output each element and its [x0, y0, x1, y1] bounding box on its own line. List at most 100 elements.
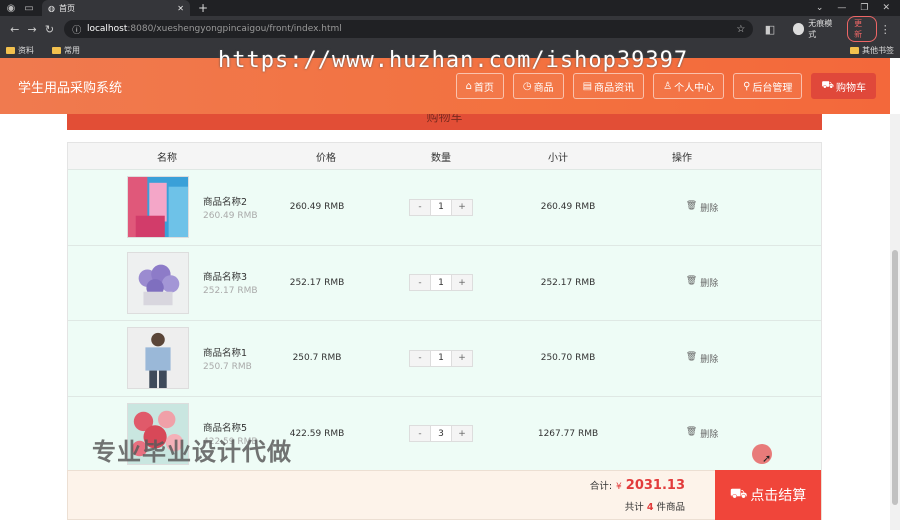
nav-profile-button[interactable]: ♙ 个人中心: [653, 73, 725, 99]
scrollbar-thumb[interactable]: [892, 250, 898, 505]
bookmark-label: 资料: [18, 45, 34, 55]
decrement-button[interactable]: -: [410, 350, 430, 366]
browser-menu-icon[interactable]: ◉: [4, 1, 18, 15]
header-qty: 数量: [431, 152, 451, 164]
quantity-input[interactable]: 1: [430, 275, 452, 291]
product-image[interactable]: [127, 327, 189, 390]
decrement-button[interactable]: -: [410, 199, 430, 215]
close-window-icon[interactable]: ✕: [882, 3, 890, 13]
new-tab-button[interactable]: +: [198, 1, 208, 15]
chevron-down-icon[interactable]: ⌄: [816, 3, 824, 13]
price-cell: 260.49 RMB: [289, 202, 345, 213]
quantity-stepper: - 3 +: [409, 425, 473, 443]
reload-icon[interactable]: ↻: [41, 23, 58, 36]
quantity-input[interactable]: 1: [430, 350, 452, 366]
site-title: 学生用品采购系统: [18, 80, 123, 96]
quantity-stepper: - 1 +: [409, 349, 473, 367]
qty-cell: - 3 +: [392, 425, 490, 443]
product-image[interactable]: [127, 251, 189, 314]
user-icon: ♙: [663, 80, 673, 92]
url-input[interactable]: ⓘ localhost :8080/xueshengyongpincaigou/…: [64, 20, 754, 38]
total-line: 合计: ¥ 2031.13: [590, 478, 685, 493]
price-cell: 252.17 RMB: [289, 277, 345, 288]
close-tab-icon[interactable]: ✕: [177, 4, 184, 13]
nav-label: 购物车: [836, 82, 866, 94]
total-amount: 2031.13: [625, 477, 685, 493]
nav-label: 商品: [533, 82, 554, 94]
bookmark-folder-other[interactable]: 其他书签: [850, 45, 894, 56]
mouse-cursor-icon: ➚: [762, 452, 772, 465]
delete-label: 删除: [700, 430, 719, 441]
browser-tab[interactable]: ◍ 首页 ✕: [42, 0, 190, 16]
bookmark-folder-changyong[interactable]: 常用: [52, 45, 80, 56]
subtotal-cell: 1267.77 RMB: [537, 428, 599, 439]
incognito-label: 无痕模式: [808, 19, 833, 39]
increment-button[interactable]: +: [452, 426, 472, 442]
count-suffix: 件商品: [656, 501, 685, 513]
update-button[interactable]: 更新: [847, 16, 877, 42]
product-cell: 商品名称2 260.49 RMB: [68, 176, 266, 239]
nav-home-button[interactable]: ⌂ 首页: [455, 73, 504, 99]
delete-button[interactable]: 🗑 删除: [646, 427, 758, 440]
item-count: 4: [646, 501, 654, 513]
quantity-input[interactable]: 3: [430, 426, 452, 442]
increment-button[interactable]: +: [452, 350, 472, 366]
main-nav: ⌂ 首页 ◷ 商品 ▤ 商品资讯 ♙ 个人中心 ⚲ 后台管理 ⛟ 购物车: [455, 73, 876, 99]
product-image[interactable]: [127, 176, 189, 239]
trash-icon: 🗑: [685, 276, 698, 287]
globe-icon: ◍: [48, 3, 55, 13]
restore-icon[interactable]: ❐: [860, 3, 868, 13]
decrement-button[interactable]: -: [410, 426, 430, 442]
nav-cart-button[interactable]: ⛟ 购物车: [811, 73, 876, 99]
forward-icon[interactable]: →: [23, 23, 40, 36]
decrement-button[interactable]: -: [410, 275, 430, 291]
delete-button[interactable]: 🗑 删除: [646, 276, 758, 289]
quantity-input[interactable]: 1: [430, 199, 452, 215]
bookmark-star-icon[interactable]: ☆: [736, 24, 745, 35]
header-name: 名称: [157, 152, 177, 164]
url-path: :8080/xueshengyongpincaigou/front/index.…: [127, 24, 342, 34]
product-cell: 商品名称3 252.17 RMB: [68, 251, 266, 314]
tab-overview-icon[interactable]: ▭: [22, 1, 36, 15]
header-subtotal: 小计: [548, 152, 568, 164]
delete-label: 删除: [700, 203, 719, 214]
cart-footer: 合计: ¥ 2031.13 共计 4 件商品 ⛟ 点击结算: [67, 470, 822, 520]
incognito-indicator[interactable]: 无痕模式: [792, 18, 839, 40]
link-icon: ⚲: [743, 80, 751, 92]
trash-icon: 🗑: [685, 427, 698, 438]
nav-admin-button[interactable]: ⚲ 后台管理: [733, 73, 803, 99]
trash-icon: 🗑: [685, 200, 698, 211]
cart-table: 名称 价格 数量 小计 操作 商品名称2 260.49 RMB 260.49 R…: [67, 142, 822, 472]
table-row: 商品名称1 250.7 RMB 250.7 RMB - 1 + 250.70 R…: [68, 320, 821, 396]
folder-icon: [6, 46, 15, 54]
currency-symbol: ¥: [616, 481, 622, 492]
incognito-icon: [792, 23, 805, 35]
delete-button[interactable]: 🗑 删除: [646, 352, 758, 365]
checkout-button[interactable]: ⛟ 点击结算: [715, 470, 821, 520]
back-icon[interactable]: ←: [6, 23, 23, 36]
increment-button[interactable]: +: [452, 275, 472, 291]
qty-cell: - 1 +: [392, 198, 490, 216]
kebab-menu-icon[interactable]: ⋮: [877, 23, 894, 36]
sidepanel-icon[interactable]: ◧: [761, 23, 778, 36]
delete-label: 删除: [700, 354, 719, 365]
subtotal-cell: 252.17 RMB: [540, 277, 596, 288]
product-unit-price: 260.49 RMB: [203, 210, 258, 221]
delete-button[interactable]: 🗑 删除: [646, 201, 758, 214]
info-icon[interactable]: ⓘ: [72, 23, 87, 36]
nav-label: 商品资讯: [594, 82, 635, 94]
increment-button[interactable]: +: [452, 199, 472, 215]
nav-news-button[interactable]: ▤ 商品资讯: [572, 73, 645, 99]
trash-icon: 🗑: [685, 351, 698, 362]
bookmark-label: 常用: [64, 45, 80, 55]
table-header: 名称 价格 数量 小计 操作: [68, 143, 821, 169]
news-icon: ▤: [582, 80, 593, 92]
bookmark-folder-ziliao[interactable]: 资料: [6, 45, 34, 56]
nav-products-button[interactable]: ◷ 商品: [512, 73, 564, 99]
browser-tabstrip: ◉ ▭ ◍ 首页 ✕ + ⌄ — ❐ ✕: [0, 0, 900, 16]
qty-cell: - 1 +: [392, 274, 490, 292]
qty-cell: - 1 +: [392, 349, 490, 367]
folder-icon: [52, 46, 61, 54]
minimize-icon[interactable]: —: [837, 3, 846, 13]
header-operation: 操作: [672, 152, 692, 164]
